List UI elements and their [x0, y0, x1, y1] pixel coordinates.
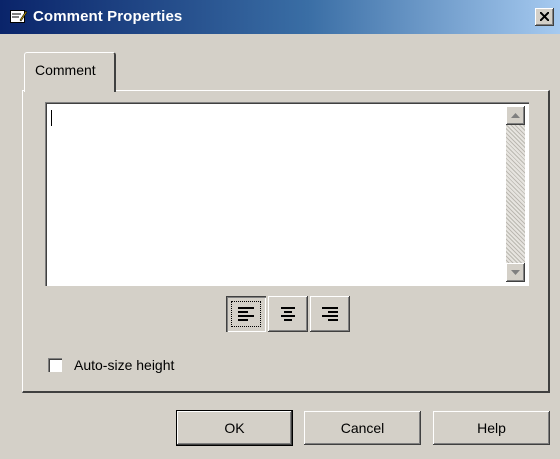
align-right-icon	[322, 307, 338, 321]
title-bar[interactable]: Comment Properties	[0, 0, 560, 34]
auto-size-height-label[interactable]: Auto-size height	[74, 357, 174, 373]
close-button[interactable]	[535, 8, 554, 26]
align-left-icon	[238, 307, 254, 321]
arrow-up-icon	[511, 113, 520, 118]
help-button[interactable]: Help	[433, 411, 550, 445]
align-center-icon	[281, 307, 295, 321]
comment-properties-icon	[10, 9, 28, 24]
window-title: Comment Properties	[33, 8, 183, 25]
ok-button[interactable]: OK	[177, 411, 292, 445]
tab-comment[interactable]: Comment	[24, 52, 116, 92]
scroll-down-button[interactable]	[506, 263, 525, 282]
arrow-down-icon	[511, 270, 520, 275]
scroll-up-button[interactable]	[506, 106, 525, 125]
text-caret	[51, 110, 52, 126]
comment-textarea[interactable]	[45, 102, 529, 286]
tab-comment-label: Comment	[35, 62, 96, 78]
close-icon	[540, 12, 549, 21]
align-right-button[interactable]	[310, 296, 350, 332]
cancel-button[interactable]: Cancel	[304, 411, 421, 445]
auto-size-height-checkbox[interactable]	[48, 358, 62, 372]
align-center-button[interactable]	[268, 296, 308, 332]
align-left-button[interactable]	[226, 296, 266, 332]
comment-scrollbar[interactable]	[506, 106, 525, 282]
